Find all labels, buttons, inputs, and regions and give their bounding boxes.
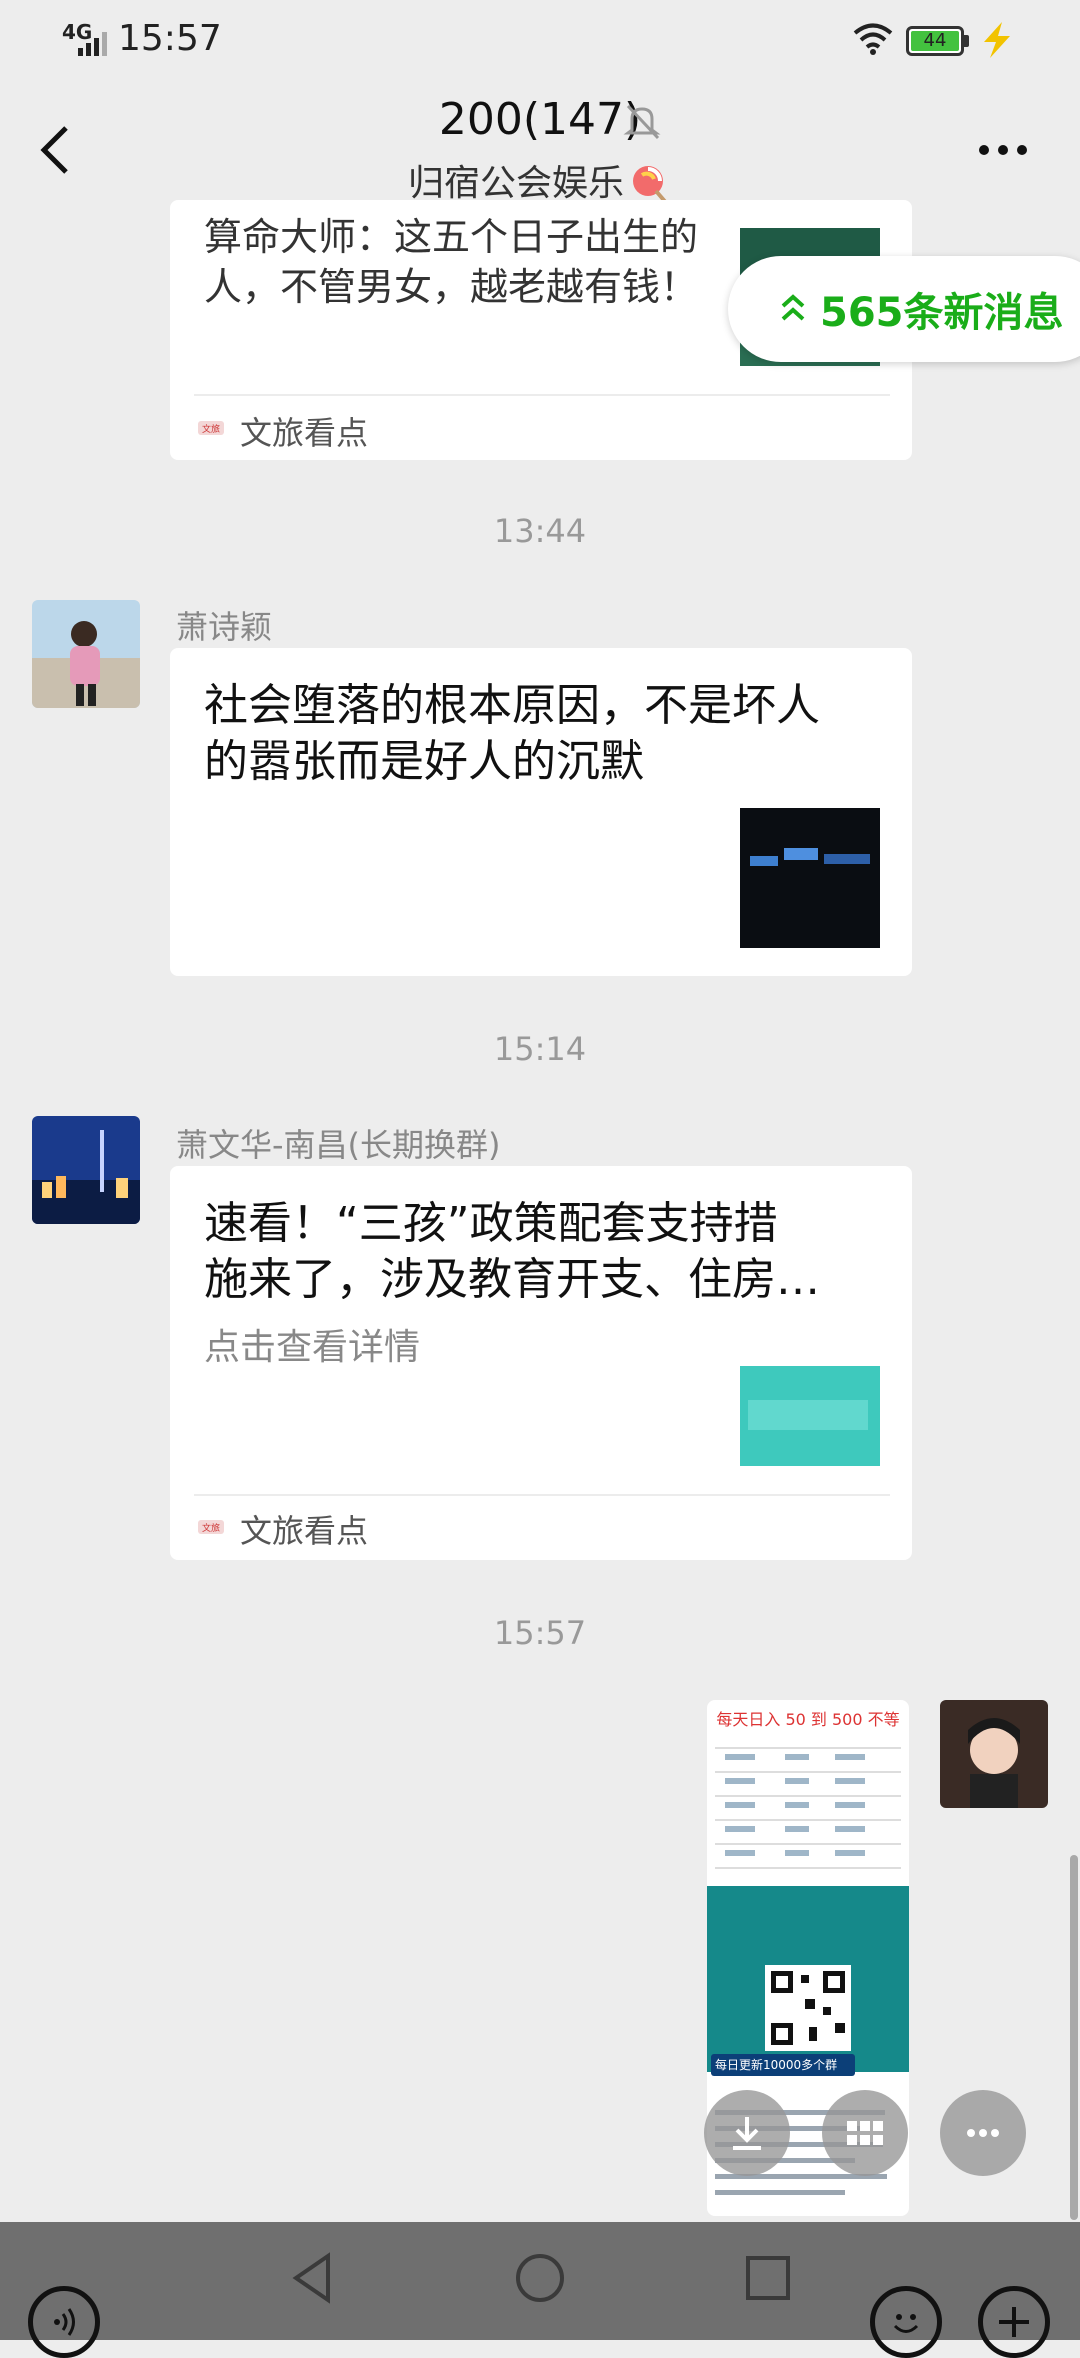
image-caption: 每日更新10000多个群 (711, 2054, 855, 2076)
download-button[interactable] (704, 2090, 790, 2176)
article-thumbnail (740, 1366, 880, 1466)
chat-header: 200(147) 归宿公会娱乐 (0, 80, 1080, 210)
timestamp: 13:44 (493, 512, 587, 550)
scrollbar[interactable] (1070, 1855, 1078, 2220)
article-thumbnail (740, 808, 880, 948)
wifi-icon (853, 23, 893, 55)
article-card[interactable]: 速看！“三孩”政策配套支持措 施来了，涉及教育开支、住房… 点击查看详情 文旅 … (170, 1166, 912, 1560)
article-description: 点击查看详情 (204, 1327, 421, 1368)
sender-name: 萧诗颖 (176, 608, 273, 646)
card-divider (194, 1494, 890, 1496)
battery-icon: 44 (906, 26, 964, 56)
article-title-line: 算命大师：这五个日子出生的 (204, 215, 699, 259)
battery-level: 44 (923, 30, 947, 51)
timestamp: 15:57 (493, 1614, 587, 1652)
status-bar: 4G 15:57 44 (0, 0, 1080, 80)
svg-text:文旅: 文旅 (202, 1522, 220, 1534)
recents-square-icon[interactable] (738, 2248, 798, 2308)
source-logo-icon: 文旅 (198, 1520, 224, 1534)
svg-text:文旅: 文旅 (202, 423, 220, 435)
signal-icon (78, 32, 107, 56)
plus-button[interactable] (978, 2286, 1050, 2358)
emoji-icon (893, 2314, 919, 2333)
double-chevron-up-icon (781, 294, 805, 321)
image-headline: 每天日入 50 到 500 不等 (716, 1710, 900, 1729)
more-dots-button[interactable] (940, 2090, 1026, 2176)
download-icon (733, 2117, 761, 2150)
emoji-button[interactable] (870, 2286, 942, 2358)
avatar[interactable] (32, 600, 140, 708)
more-dots-icon (967, 2129, 999, 2137)
article-source: 文旅看点 (240, 414, 369, 452)
mute-icon (623, 104, 661, 140)
new-messages-button[interactable]: 565条新消息 (728, 256, 1080, 362)
image-table-graphic (715, 1747, 901, 1869)
timestamp: 15:14 (493, 1030, 587, 1068)
group-name: 归宿公会娱乐 (407, 163, 624, 204)
grid-button[interactable] (822, 2090, 908, 2176)
card-divider (194, 394, 890, 396)
self-avatar[interactable] (940, 1700, 1048, 1808)
home-circle-icon[interactable] (510, 2248, 570, 2308)
avatar[interactable] (32, 1116, 140, 1224)
grid-icon (847, 2121, 883, 2145)
charging-icon (984, 22, 1010, 58)
status-time: 15:57 (118, 18, 222, 59)
article-title: 社会堕落的根本原因，不是坏人 的嚣张而是好人的沉默 (204, 678, 884, 790)
sender-name: 萧文华-南昌(长期换群) (176, 1126, 501, 1164)
plus-icon (999, 2307, 1029, 2337)
voice-button[interactable] (28, 2286, 100, 2358)
new-messages-label: 565条新消息 (820, 290, 1064, 336)
article-title: 速看！“三孩”政策配套支持措 施来了，涉及教育开支、住房… (204, 1196, 884, 1308)
article-card[interactable]: 社会堕落的根本原因，不是坏人 的嚣张而是好人的沉默 (170, 648, 912, 976)
more-icon[interactable] (976, 140, 1030, 160)
qr-code-graphic (765, 1965, 851, 2051)
battery-tip (964, 35, 969, 47)
article-title-line: 社会堕落的根本原因，不是坏人 (204, 680, 820, 731)
source-logo-icon: 文旅 (198, 421, 224, 435)
bottom-bar (0, 2222, 1080, 2358)
article-title-line: 施来了，涉及教育开支、住房… (204, 1254, 820, 1305)
article-source: 文旅看点 (240, 1512, 369, 1550)
article-title: 算命大师：这五个日子出生的 人，不管男女，越老越有钱！ (204, 212, 724, 312)
article-title-line: 人，不管男女，越老越有钱！ (204, 265, 699, 309)
chat-title-text: 200(147) (438, 94, 642, 145)
chat-title: 200(147) (0, 94, 1080, 145)
article-title-line: 速看！“三孩”政策配套支持措 (204, 1198, 778, 1249)
article-title-line: 的嚣张而是好人的沉默 (204, 736, 644, 787)
voice-icon (54, 2308, 75, 2336)
back-triangle-icon[interactable] (282, 2248, 342, 2308)
